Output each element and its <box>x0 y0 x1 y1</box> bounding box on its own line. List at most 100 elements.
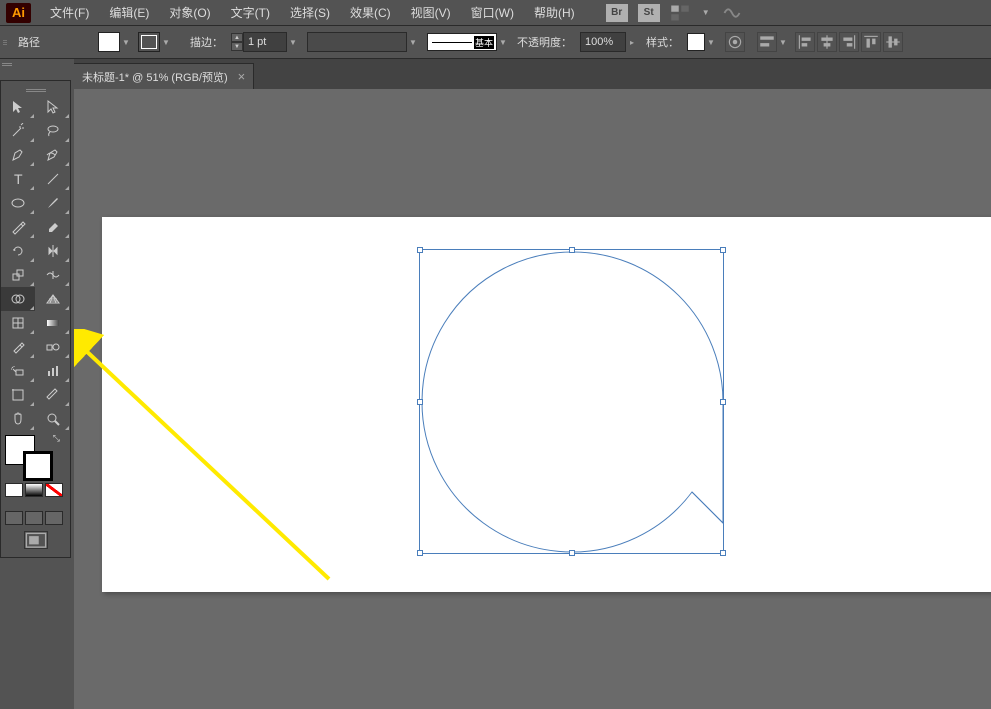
style-label[interactable]: 样式： <box>646 34 679 50</box>
style-dropdown[interactable]: ▼ <box>705 33 717 51</box>
svg-text:T: T <box>14 171 23 187</box>
brush-definition[interactable]: 基本 <box>427 33 497 51</box>
shape-builder-tool[interactable] <box>1 287 35 311</box>
panel-collapse-strip[interactable] <box>0 59 14 79</box>
control-grip[interactable] <box>0 27 10 57</box>
pencil-tool[interactable] <box>1 215 35 239</box>
reflect-tool[interactable] <box>36 239 70 263</box>
app-logo: Ai <box>6 3 31 23</box>
align-hcenter-icon[interactable] <box>817 32 837 52</box>
stroke-dropdown[interactable]: ▼ <box>160 33 172 51</box>
handle-middle-right[interactable] <box>720 399 726 405</box>
align-panel-dropdown[interactable]: ▼ <box>777 33 789 51</box>
close-tab-icon[interactable]: × <box>238 69 246 84</box>
arrange-documents-icon[interactable] <box>670 4 690 22</box>
menu-help[interactable]: 帮助(H) <box>525 2 584 23</box>
handle-bottom-right[interactable] <box>720 550 726 556</box>
align-top-icon[interactable] <box>861 32 881 52</box>
zoom-tool[interactable] <box>36 407 70 431</box>
column-graph-tool[interactable] <box>36 359 70 383</box>
gpu-icon[interactable] <box>722 4 742 22</box>
blend-tool[interactable] <box>36 335 70 359</box>
color-section: ⤡ <box>1 431 70 481</box>
type-tool[interactable]: T <box>1 167 35 191</box>
scale-tool[interactable] <box>1 263 35 287</box>
handle-bottom-left[interactable] <box>417 550 423 556</box>
selection-mode-label: 路径 <box>18 34 40 50</box>
toolbox: T ⤡ <box>0 80 71 558</box>
artboard-tool[interactable] <box>1 383 35 407</box>
stock-button[interactable]: St <box>638 4 660 22</box>
menu-view[interactable]: 视图(V) <box>402 2 460 23</box>
eraser-tool[interactable] <box>36 215 70 239</box>
handle-top-right[interactable] <box>720 247 726 253</box>
arrange-documents-dropdown[interactable]: ▼ <box>700 4 712 22</box>
variable-width-profile[interactable] <box>307 32 407 52</box>
pen-tool[interactable] <box>1 143 35 167</box>
menu-window[interactable]: 窗口(W) <box>462 2 523 23</box>
fill-swatch[interactable] <box>98 32 120 52</box>
handle-top-left[interactable] <box>417 247 423 253</box>
bridge-button[interactable]: Br <box>606 4 628 22</box>
hand-tool[interactable] <box>1 407 35 431</box>
eyedropper-tool[interactable] <box>1 335 35 359</box>
perspective-grid-tool[interactable] <box>36 287 70 311</box>
swap-colors-icon[interactable]: ⤡ <box>53 433 60 444</box>
ellipse-tool[interactable] <box>1 191 35 215</box>
menu-bar: Ai 文件(F) 编辑(E) 对象(O) 文字(T) 选择(S) 效果(C) 视… <box>0 0 991 25</box>
menu-select[interactable]: 选择(S) <box>281 2 339 23</box>
magic-wand-tool[interactable] <box>1 119 35 143</box>
paintbrush-tool[interactable] <box>36 191 70 215</box>
document-tab-title: 未标题-1* @ 51% (RGB/预览) <box>82 69 228 85</box>
opacity-label[interactable]: 不透明度： <box>517 34 572 50</box>
brush-dropdown[interactable]: ▼ <box>497 33 509 51</box>
canvas[interactable] <box>74 89 991 709</box>
width-tool[interactable] <box>36 263 70 287</box>
stroke-width-spinner[interactable]: ▲▼ <box>231 33 243 51</box>
align-vcenter-icon[interactable] <box>883 32 903 52</box>
selection-tool[interactable] <box>1 95 35 119</box>
screen-mode-icon[interactable] <box>24 531 48 549</box>
stroke-color[interactable] <box>23 451 53 481</box>
stroke-swatch[interactable] <box>138 32 160 52</box>
symbol-sprayer-tool[interactable] <box>1 359 35 383</box>
menu-file[interactable]: 文件(F) <box>41 2 98 23</box>
menu-effect[interactable]: 效果(C) <box>341 2 400 23</box>
control-bar: 路径 ▼ ▼ 描边： ▲▼ ▼ ▼ 基本 ▼ 不透明度： ▸ 样式： ▼ ▼ <box>0 25 991 59</box>
stroke-width-dropdown[interactable]: ▼ <box>287 33 299 51</box>
variable-width-dropdown[interactable]: ▼ <box>407 33 419 51</box>
stroke-label[interactable]: 描边： <box>190 34 223 50</box>
gradient-tool[interactable] <box>36 311 70 335</box>
fill-dropdown[interactable]: ▼ <box>120 33 132 51</box>
menu-edit[interactable]: 编辑(E) <box>100 2 158 23</box>
menu-type[interactable]: 文字(T) <box>222 2 279 23</box>
draw-behind[interactable] <box>25 511 43 525</box>
toolbox-grip[interactable] <box>1 85 70 95</box>
mesh-tool[interactable] <box>1 311 35 335</box>
curvature-tool[interactable] <box>36 143 70 167</box>
draw-inside[interactable] <box>45 511 63 525</box>
stroke-width-input[interactable] <box>243 32 287 52</box>
lasso-tool[interactable] <box>36 119 70 143</box>
color-mode-gradient[interactable] <box>25 483 43 497</box>
align-right-icon[interactable] <box>839 32 859 52</box>
opacity-input[interactable] <box>580 32 626 52</box>
recolor-icon[interactable] <box>725 32 745 52</box>
handle-middle-left[interactable] <box>417 399 423 405</box>
selection-bounding-box[interactable] <box>419 249 724 554</box>
opacity-dropdown[interactable]: ▸ <box>626 33 638 51</box>
slice-tool[interactable] <box>36 383 70 407</box>
draw-normal[interactable] <box>5 511 23 525</box>
align-left-icon[interactable] <box>795 32 815 52</box>
style-swatch[interactable] <box>687 33 705 51</box>
align-panel-icon[interactable] <box>757 32 777 52</box>
handle-bottom-middle[interactable] <box>569 550 575 556</box>
direct-selection-tool[interactable] <box>36 95 70 119</box>
handle-top-middle[interactable] <box>569 247 575 253</box>
color-mode-none[interactable] <box>45 483 63 497</box>
color-mode-solid[interactable] <box>5 483 23 497</box>
line-tool[interactable] <box>36 167 70 191</box>
menu-object[interactable]: 对象(O) <box>160 2 219 23</box>
rotate-tool[interactable] <box>1 239 35 263</box>
document-tab[interactable]: 未标题-1* @ 51% (RGB/预览) × <box>74 63 254 89</box>
